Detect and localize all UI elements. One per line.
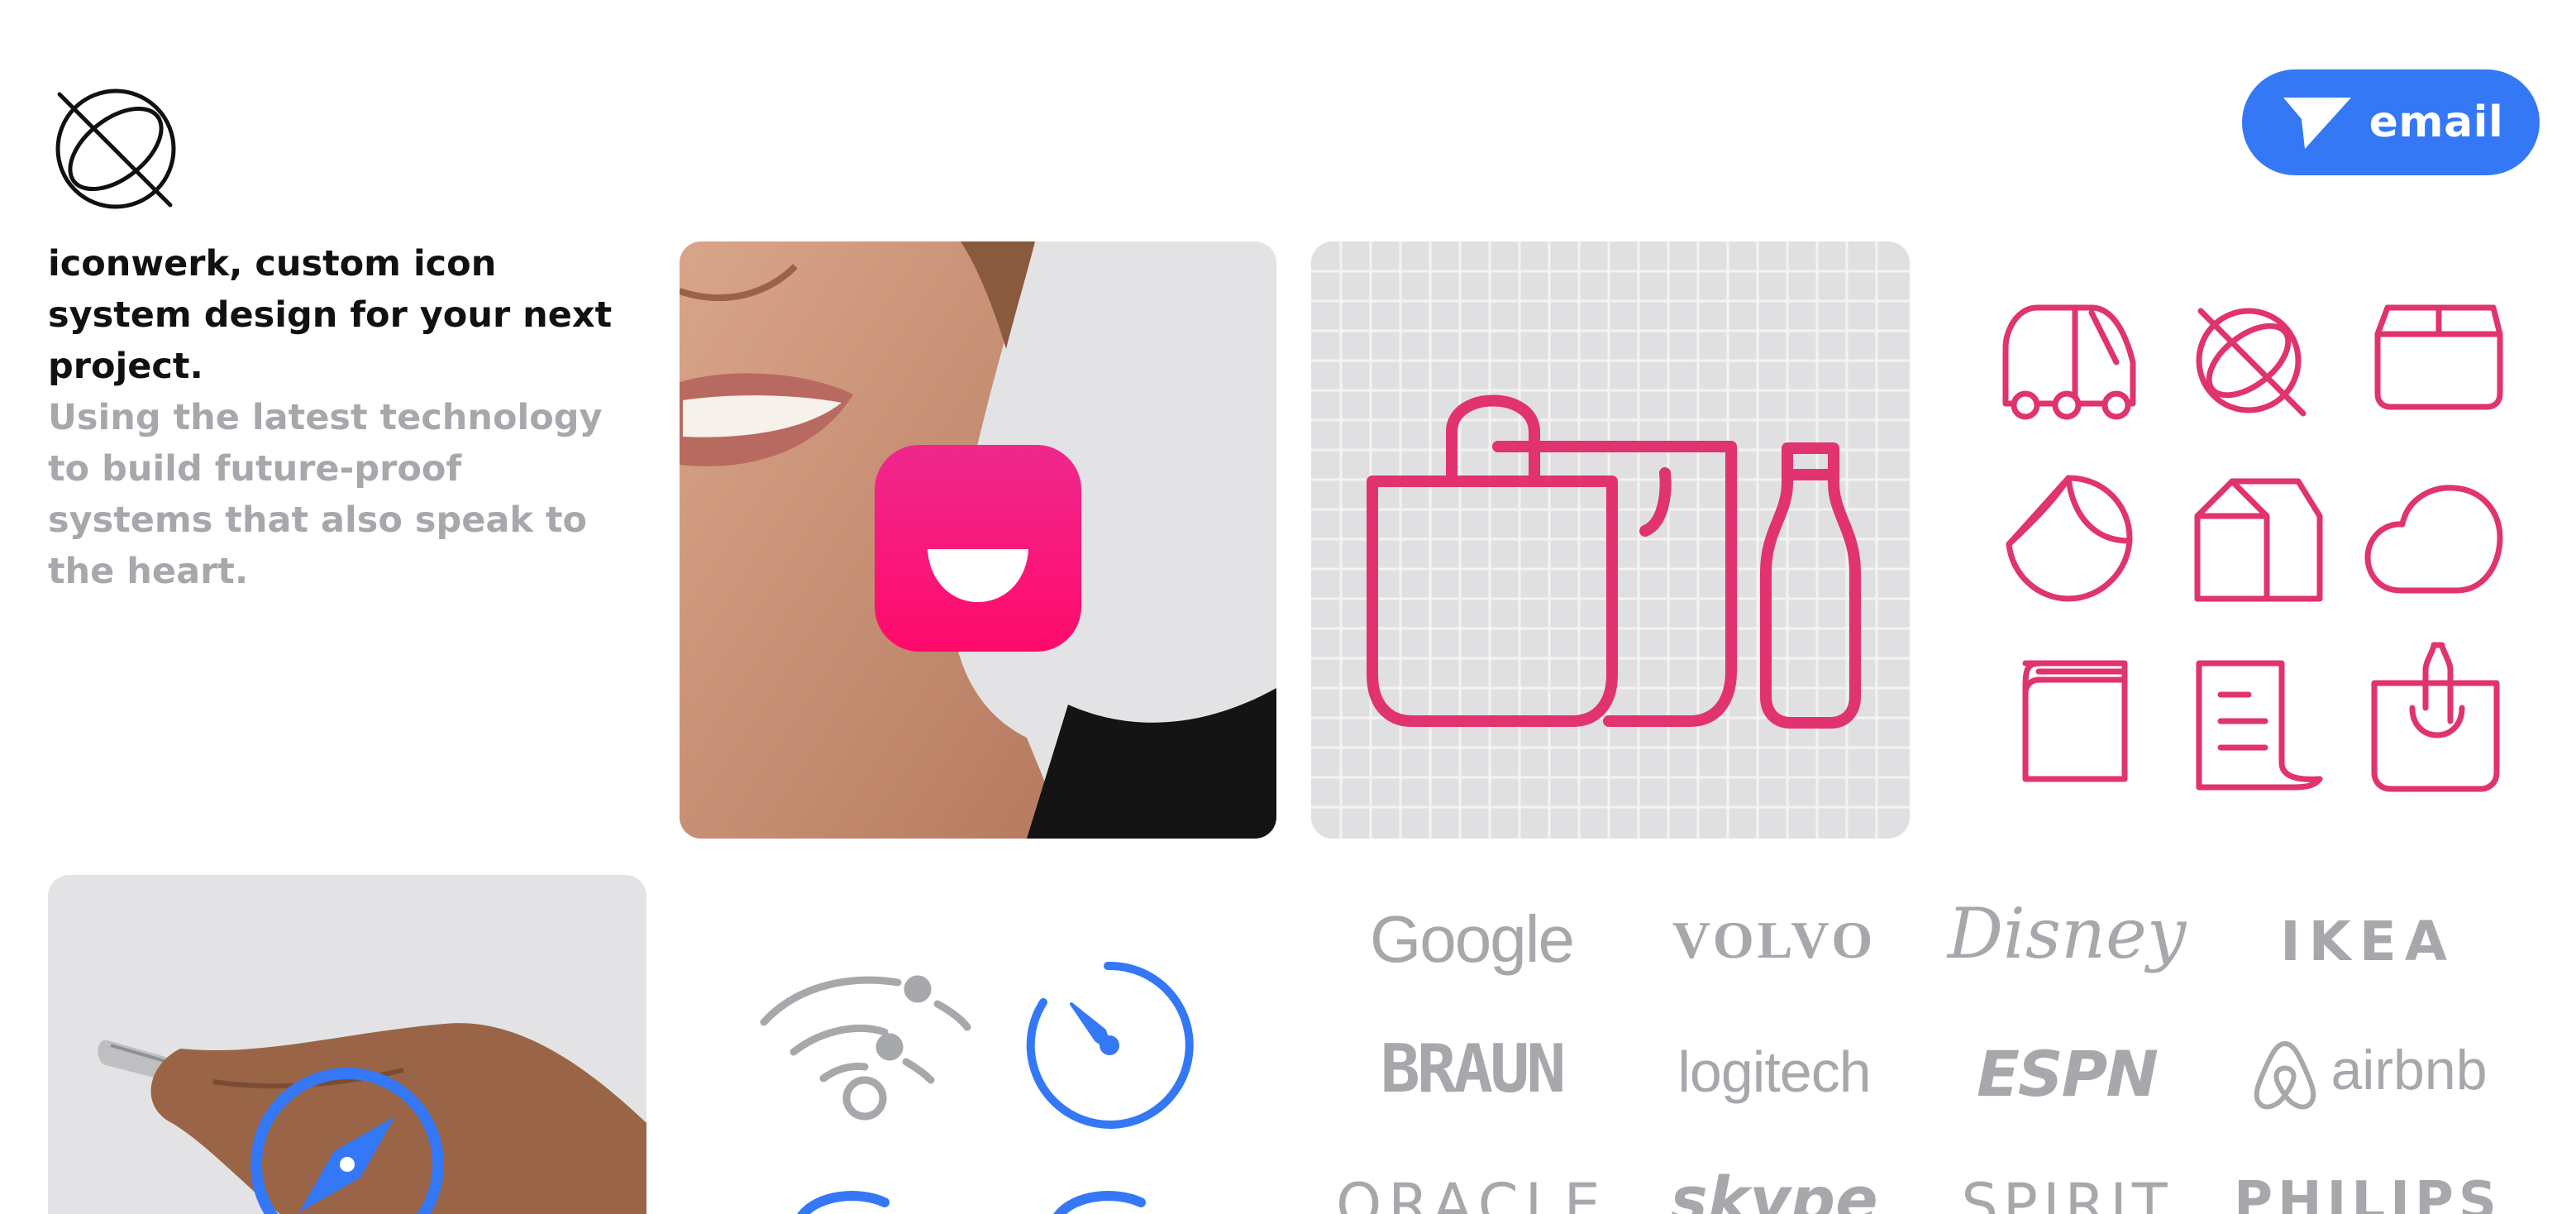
portfolio-page: email iconwerk, custom icon system desig… (0, 0, 2576, 1214)
brand-airbnb-label: airbnb (2330, 1038, 2488, 1102)
brand-braun: BRAUN (1380, 1030, 1567, 1107)
brand-spirit: SPIRIT (1961, 1171, 2173, 1214)
smile-app-icon (875, 445, 1081, 652)
bag-bottle-icon[interactable] (2371, 642, 2500, 792)
box-icon[interactable] (2374, 304, 2503, 410)
brand-oracle: ORACLE (1336, 1171, 1607, 1214)
intro-body: Using the latest technology to build fut… (48, 397, 603, 592)
logo-mark-icon[interactable] (2196, 308, 2306, 417)
receipt-icon[interactable] (2196, 660, 2323, 791)
intro-headline: iconwerk, custom icon system design for … (48, 243, 613, 387)
phone-photo-tile[interactable] (48, 875, 646, 1214)
house-icon[interactable] (2194, 478, 2323, 602)
brand-logitech: logitech (1677, 1040, 1871, 1104)
send-icon (2283, 98, 2351, 149)
smiling-face-photo (680, 241, 1276, 839)
brand-ikea: IKEA (2280, 910, 2455, 973)
pink-icon-set (1984, 298, 2513, 794)
icon-grid-tile[interactable] (1311, 241, 1910, 839)
brand-disney: Disney (1947, 893, 2187, 974)
email-button[interactable]: email (2242, 69, 2540, 175)
construction-grid (1311, 241, 1910, 839)
smile-photo-tile[interactable] (680, 241, 1276, 839)
hand-with-phone-photo (48, 875, 646, 1214)
brand-espn: ESPN (1977, 1037, 2159, 1111)
brand-volvo: VOLVO (1672, 911, 1877, 969)
intro-text: iconwerk, custom icon system design for … (48, 238, 627, 597)
email-button-label: email (2368, 98, 2504, 147)
brand-skype: skype (1670, 1163, 1878, 1214)
timer-icon[interactable] (1026, 961, 1194, 1129)
airbnb-icon (2254, 1041, 2316, 1110)
ui-icon-samples (744, 943, 1240, 1214)
van-icon[interactable] (2002, 304, 2136, 420)
brand-philips: PHILIPS (2234, 1171, 2502, 1214)
brand-google: Google (1370, 902, 1575, 976)
logo-icon[interactable] (53, 86, 179, 212)
client-logos: Google VOLVO Disney IKEA BRAUN logitech … (1336, 885, 2530, 1214)
wifi-icon[interactable] (760, 975, 971, 1121)
brand-airbnb: airbnb (2227, 1037, 2508, 1111)
cloud-icon[interactable] (2364, 485, 2503, 594)
book-icon[interactable] (2022, 660, 2128, 782)
sticker-icon[interactable] (2006, 475, 2133, 602)
